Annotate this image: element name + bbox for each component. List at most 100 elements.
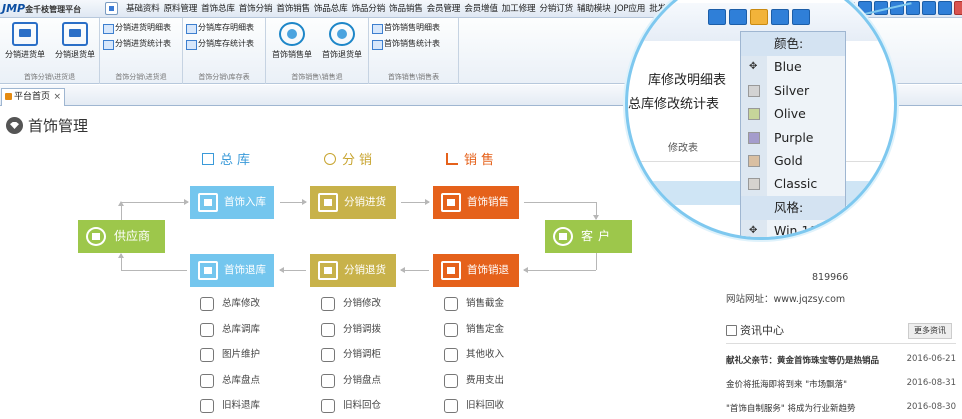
function-item[interactable]: 费用支出 xyxy=(444,373,524,400)
xiaoshou-stat-button[interactable]: 首饰销售统计表 xyxy=(371,37,440,51)
fenxiao-jinhuo-flow-button[interactable]: 分销进货 xyxy=(310,186,396,219)
shoushi-tuihuo-button[interactable]: 首饰退货单 xyxy=(318,20,366,66)
skin-icon[interactable] xyxy=(750,9,768,25)
function-item[interactable]: 旧料退库 xyxy=(200,399,280,419)
fenxiao-jinhuo-button[interactable]: 分销进货单 xyxy=(1,20,49,66)
maximize-icon[interactable] xyxy=(792,9,810,25)
menu-item[interactable]: 会员增值 xyxy=(462,0,500,18)
function-item[interactable]: 总库盘点 xyxy=(200,373,280,400)
help-icon[interactable] xyxy=(729,9,747,25)
customer-icon xyxy=(553,227,573,246)
box-label: 分销进货 xyxy=(344,196,386,208)
menu-item[interactable]: 原料管理 xyxy=(162,0,200,18)
option-label: Purple xyxy=(774,129,814,145)
maximize-icon[interactable] xyxy=(938,1,952,15)
tab-close-icon[interactable]: × xyxy=(53,89,61,105)
menu-item[interactable]: 会员管理 xyxy=(425,0,463,18)
skin-option[interactable]: Classic xyxy=(741,172,845,196)
xiaoshou-detail-button[interactable]: 首饰销售明细表 xyxy=(371,21,440,35)
function-label: 总库修改 xyxy=(222,298,261,309)
minimize-icon[interactable] xyxy=(771,9,789,25)
website-text[interactable]: 网站网址：www.jqzsy.com xyxy=(726,291,845,305)
fenxiao-stock-stat-button[interactable]: 分销库存统计表 xyxy=(185,37,254,51)
shoushi-tuiku-button[interactable]: 首饰退库 xyxy=(190,254,274,287)
news-date: 2016-06-21 xyxy=(906,354,956,364)
option-label: Blue xyxy=(774,59,802,75)
menu-item[interactable]: 分销订货 xyxy=(537,0,575,18)
function-item[interactable]: 总库修改 xyxy=(200,297,280,323)
diamond-icon xyxy=(6,117,23,134)
menu-item[interactable]: 首饰销售 xyxy=(274,0,312,18)
news-text: 金价将抵海即将到来 "市场飘落" xyxy=(726,380,848,390)
menu-item[interactable]: 首饰总库 xyxy=(199,0,237,18)
menu-item[interactable]: 饰品总库 xyxy=(312,0,350,18)
ring-icon xyxy=(279,22,305,46)
fenxiao-jinhuo-detail-button[interactable]: 分销进货明细表 xyxy=(102,21,171,35)
supplier-button[interactable]: 供应商 xyxy=(78,220,165,253)
function-item[interactable]: 旧料回收 xyxy=(444,399,524,419)
home-icon[interactable] xyxy=(105,2,118,15)
shoushi-xiaoshou-flow-button[interactable]: 首饰销售 xyxy=(433,186,519,219)
shoushi-xiaoshou-button[interactable]: 首饰销售单 xyxy=(268,20,316,66)
news-header: 资讯中心 更多资讯 xyxy=(726,318,956,344)
function-label: 总库盘点 xyxy=(222,374,261,386)
fenxiao-tuihuo-button[interactable]: 分销退货单 xyxy=(51,20,99,66)
magnified-text: 总库修改统计表 xyxy=(628,97,720,112)
ribbon-group-xiaoshou: 首饰销售单 首饰退货单 首饰销售\销售退 xyxy=(266,18,369,84)
function-item[interactable]: 分销调拨 xyxy=(321,322,401,349)
function-item[interactable]: 旧料回仓 xyxy=(321,399,401,419)
news-item[interactable]: 金价将抵海即将到来 "市场飘落" 2016-08-31 xyxy=(726,378,956,392)
function-item[interactable]: 分销盘点 xyxy=(321,373,401,400)
fenxiao-jinhuo-stat-button[interactable]: 分销进货统计表 xyxy=(102,37,171,51)
box-label: 首饰退库 xyxy=(224,264,266,276)
news-text: 献礼父亲节：黄金首饰珠宝等仍是热销品 xyxy=(726,356,880,366)
news-item[interactable]: "首饰自制服务" 将成为行业新趋势 2016-08-30 xyxy=(726,402,956,416)
function-item[interactable]: 分销修改 xyxy=(321,297,401,323)
shoushi-ruku-button[interactable]: 首饰入库 xyxy=(190,186,274,219)
fenxiao-tuihuo-flow-button[interactable]: 分销退货 xyxy=(310,254,396,287)
option-label: Gold xyxy=(774,153,803,168)
function-item[interactable]: 图片维护 xyxy=(200,348,280,374)
news-date: 2016-08-30 xyxy=(906,402,956,412)
shoushi-xiaotui-flow-button[interactable]: 首饰销退 xyxy=(433,254,519,287)
customer-button[interactable]: 客户 xyxy=(545,220,632,253)
distribution-icon xyxy=(324,153,336,165)
selected-icon: ✥ xyxy=(749,61,758,73)
box-label: 供应商 xyxy=(114,229,151,243)
main-content: 首饰管理 总库 分销 销售 首饰入库 分销进货 首饰销售 首饰退库 分销退货 首… xyxy=(0,106,720,419)
option-label: Silver xyxy=(774,82,810,98)
magnifier-lens: 库修改明细表 总库修改统计表 修改表 [报] 319966 颜色:✥BlueSi… xyxy=(625,0,897,240)
function-item[interactable]: 分销调柜 xyxy=(321,348,401,374)
section-label: 分销 xyxy=(342,153,377,168)
function-icon xyxy=(321,348,335,362)
more-news-button[interactable]: 更多资讯 xyxy=(908,323,952,339)
menu-item[interactable]: 辅助模块 xyxy=(575,0,613,18)
page-title: 首饰管理 xyxy=(6,116,88,136)
flow-connector xyxy=(524,202,596,203)
tab-home[interactable]: 平台首页 × xyxy=(1,88,65,106)
menu-item[interactable]: 饰品销售 xyxy=(387,0,425,18)
news-item[interactable]: 献礼父亲节：黄金首饰珠宝等仍是热销品 2016-06-21 xyxy=(726,354,956,368)
function-label: 总库调库 xyxy=(222,323,261,335)
function-item[interactable]: 其他收入 xyxy=(444,348,524,374)
function-item[interactable]: 总库调库 xyxy=(200,322,280,349)
function-item[interactable]: 销售定金 xyxy=(444,322,524,349)
menu-item[interactable]: 首饰分销 xyxy=(237,0,275,18)
menu-item[interactable]: 饰品分销 xyxy=(349,0,387,18)
function-label: 销售定金 xyxy=(466,323,505,335)
fenxiao-stock-detail-button[interactable]: 分销库存明细表 xyxy=(185,21,254,35)
function-item[interactable]: 销售截金 xyxy=(444,297,524,323)
skin-option[interactable]: ✥ Win 10 xyxy=(741,219,845,237)
minimize-icon[interactable] xyxy=(922,1,936,15)
skin-option[interactable]: Olive xyxy=(741,102,845,126)
lock-icon[interactable] xyxy=(708,9,726,25)
close-icon[interactable] xyxy=(954,1,962,15)
menu-item[interactable]: 加工修理 xyxy=(500,0,538,18)
skin-option[interactable]: Purple xyxy=(741,126,845,150)
skin-option[interactable]: ✥ Blue xyxy=(741,55,845,79)
skin-option[interactable]: Silver xyxy=(741,79,845,103)
tab-label: 平台首页 xyxy=(14,92,51,102)
flow-connector xyxy=(121,270,187,271)
skin-option[interactable]: Gold xyxy=(741,149,845,173)
menu-item[interactable]: 基础资料 xyxy=(124,0,162,18)
